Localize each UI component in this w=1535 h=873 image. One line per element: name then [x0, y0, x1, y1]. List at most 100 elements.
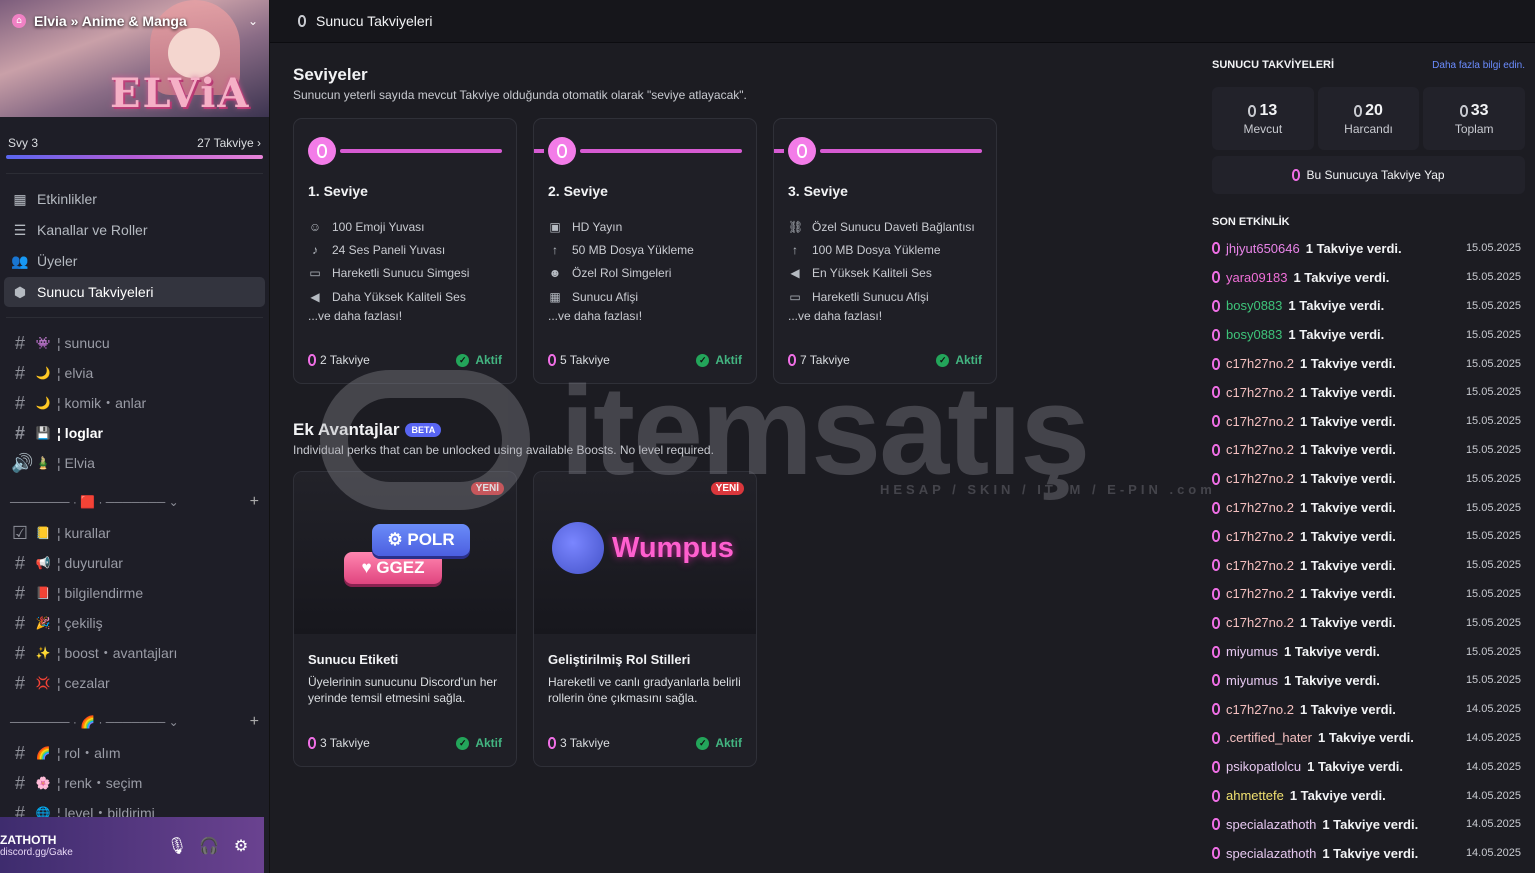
boost-level-row[interactable]: Svy 3 27 Takviye › [0, 117, 269, 169]
channel-category[interactable]: ─────── · 🟥 · ─────── ⌄ + [0, 486, 269, 518]
channel-category[interactable]: ─────── · 🌈 · ─────── ⌄ + [0, 706, 269, 738]
activity-date: 14.05.2025 [1465, 789, 1521, 802]
channel-item[interactable]: # ✨ ¦ boost・avantajları [4, 638, 265, 668]
boost-level: Svy 3 [8, 136, 39, 150]
activity-user[interactable]: c17h27no.2 [1226, 471, 1294, 486]
headphones-icon[interactable]: 🎧 [198, 836, 220, 855]
boost-gem-icon [1212, 847, 1220, 860]
activity-user[interactable]: jhjyut650646 [1226, 241, 1300, 256]
activity-row: c17h27no.2 1 Takviye verdi. 15.05.2025 [1212, 580, 1525, 609]
activity-user[interactable]: c17h27no.2 [1226, 414, 1294, 429]
user-info[interactable]: ZATHOTH discord.gg/Gake [0, 833, 73, 858]
perk-art: YENİ ♥ GGEZ ⚙ POLR [294, 472, 516, 634]
activity-user[interactable]: specialazathoth [1226, 846, 1316, 861]
stat-spent: 20 Harcandı [1317, 87, 1420, 150]
channel-item[interactable]: # 🌙 ¦ komik・anlar [4, 388, 265, 418]
user-status: discord.gg/Gake [0, 846, 73, 858]
sidebar-item-members[interactable]: 👥 Üyeler [4, 246, 265, 276]
hash-icon: # [14, 582, 25, 603]
plus-icon[interactable]: + [250, 713, 259, 731]
sidebar-item-events[interactable]: ▦ Etkinlikler [4, 184, 265, 214]
activity-text: 1 Takviye verdi. [1299, 615, 1396, 631]
activity-user[interactable]: miyumus [1226, 644, 1278, 659]
activity-user[interactable]: bosy0883 [1226, 327, 1282, 342]
chevron-down-icon[interactable]: ⌄ [248, 14, 258, 28]
channels-icon: ☰ [13, 221, 27, 238]
activity-row: c17h27no.2 1 Takviye verdi. 15.05.2025 [1212, 608, 1525, 637]
activity-user[interactable]: bosy0883 [1226, 298, 1282, 313]
activity-user[interactable]: c17h27no.2 [1226, 500, 1294, 515]
rules-icon: ☑ [11, 522, 29, 543]
home-icon: ⌂ [12, 14, 26, 28]
gear-icon[interactable]: ⚙ [230, 836, 252, 855]
perk-card[interactable]: YENİ Wumpus Geliştirilmiş Rol Stilleri H… [533, 471, 757, 767]
boost-gem-icon [298, 15, 306, 27]
activity-user[interactable]: c17h27no.2 [1226, 558, 1294, 573]
learn-more-link[interactable]: Daha fazla bilgi edin. [1432, 60, 1525, 71]
activity-text: 1 Takviye verdi. [1299, 586, 1396, 602]
check-icon: ✓ [936, 353, 950, 367]
channel-item[interactable]: # 📕 ¦ bilgilendirme [4, 578, 265, 608]
activity-user[interactable]: .certified_hater [1226, 730, 1312, 745]
activity-text: 1 Takviye verdi. [1284, 672, 1380, 688]
channel-item[interactable]: # 💢 ¦ cezalar [4, 668, 265, 698]
activity-date: 14.05.2025 [1465, 818, 1521, 831]
boost-gem-icon [1212, 587, 1220, 600]
level-card: 3. Seviye ⛓ Özel Sunucu Daveti Bağlantısı… [773, 118, 997, 384]
activity-user[interactable]: c17h27no.2 [1226, 385, 1294, 400]
speaker-icon: ◀ [310, 289, 320, 304]
sidebar-item-server-boosts[interactable]: ⬢ Sunucu Takviyeleri [4, 277, 265, 307]
more-perks: ...ve daha fazlası! [548, 309, 643, 323]
status-badge: ✓ Aktif [456, 736, 502, 750]
activity-row: yara09183 1 Takviye verdi. 15.05.2025 [1212, 263, 1525, 292]
perk-card[interactable]: YENİ ♥ GGEZ ⚙ POLR Sunucu Etiketi Üyeler… [293, 471, 517, 767]
server-header[interactable]: ⌂ Elvia » Anime & Manga ⌄ [0, 0, 269, 42]
activity-user[interactable]: c17h27no.2 [1226, 615, 1294, 630]
activity-date: 15.05.2025 [1465, 443, 1521, 456]
activity-user[interactable]: c17h27no.2 [1226, 702, 1294, 717]
activity-row: c17h27no.2 1 Takviye verdi. 15.05.2025 [1212, 436, 1525, 465]
level-title: 2. Seviye [548, 183, 608, 199]
boost-gem-icon [1212, 530, 1220, 543]
perk-item: ▭ Hareketli Sunucu Simgesi [309, 266, 470, 281]
activity-user[interactable]: c17h27no.2 [1226, 442, 1294, 457]
channel-item[interactable]: # 🌈 ¦ rol・alım [4, 738, 265, 768]
channel-item[interactable]: # 💾 ¦ loglar [4, 418, 265, 448]
microphone-icon[interactable]: 🎙 [166, 836, 188, 855]
channel-item[interactable]: ☑ 📒 ¦ kurallar [4, 518, 265, 548]
hash-icon: # [14, 642, 25, 663]
perk-item: ☺ 100 Emoji Yuvası [308, 219, 425, 234]
boost-count: 27 Takviye › [197, 136, 261, 150]
channel-item[interactable]: # 🎉 ¦ çekiliş [4, 608, 265, 638]
activity-row: jhjyut650646 1 Takviye verdi. 15.05.2025 [1212, 234, 1525, 263]
plus-icon[interactable]: + [250, 493, 259, 511]
activity-user[interactable]: c17h27no.2 [1226, 586, 1294, 601]
boost-gem-icon [1212, 472, 1220, 485]
channel-item[interactable]: # 👾 ¦ sunucu [4, 328, 265, 358]
activity-user[interactable]: miyumus [1226, 673, 1278, 688]
activity-user[interactable]: c17h27no.2 [1226, 529, 1294, 544]
activity-user[interactable]: yara09183 [1226, 270, 1287, 285]
boost-server-button[interactable]: Bu Sunucuya Takviye Yap [1212, 156, 1525, 194]
activity-row: c17h27no.2 1 Takviye verdi. 15.05.2025 [1212, 493, 1525, 522]
boost-gem-icon [1212, 818, 1220, 831]
channel-item[interactable]: # 🌸 ¦ renk・seçim [4, 768, 265, 798]
perk-item: ☻ Özel Rol Simgeleri [548, 266, 672, 281]
activity-text: 1 Takviye verdi. [1299, 701, 1396, 717]
activity-user[interactable]: c17h27no.2 [1226, 356, 1294, 371]
activity-row: miyumus 1 Takviye verdi. 15.05.2025 [1212, 666, 1525, 695]
channel-item[interactable]: # 📢 ¦ duyurular [4, 548, 265, 578]
activity-user[interactable]: specialazathoth [1226, 817, 1316, 832]
hash-icon: # [14, 672, 25, 693]
activity-text: 1 Takviye verdi. [1284, 644, 1380, 660]
channel-item[interactable]: # 🌙 ¦ elvia [4, 358, 265, 388]
channel-item[interactable]: 🔊 🎍 ¦ Elvia [4, 448, 265, 478]
boost-gem-icon [1212, 559, 1220, 572]
app-window: ELViA ⌂ Elvia » Anime & Manga ⌄ Svy 3 27… [0, 0, 1535, 873]
perk-item: ▣ HD Yayın [549, 219, 623, 234]
activity-date: 15.05.2025 [1465, 645, 1521, 658]
activity-user[interactable]: psikopatlolcu [1226, 759, 1301, 774]
activity-user[interactable]: ahmettefe [1226, 788, 1284, 803]
channel-emoji: 👾 [35, 336, 51, 350]
sidebar-item-channels-roles[interactable]: ☰ Kanallar ve Roller [4, 215, 265, 245]
